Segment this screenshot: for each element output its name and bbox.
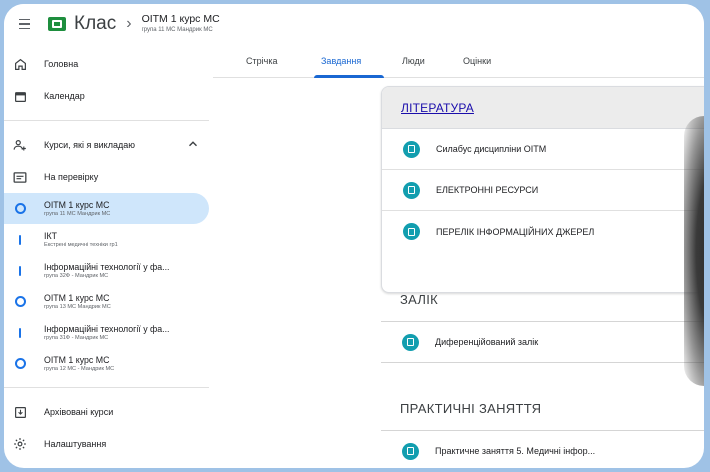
review-folder-icon [12,169,28,185]
classroom-window: Клас › ОІТМ 1 курс МС група 11 МС Мандри… [4,4,704,468]
sidebar-course-2[interactable]: Інформаційні технології у фа... група 32… [4,255,209,286]
row-divider [381,362,704,363]
sidebar-item-teaching[interactable]: Курси, які я викладаю [4,129,209,161]
literature-topic-card: ЛІТЕРАТУРА Силабус дисципліни ОІТМ ЕЛЕКТ… [381,86,704,293]
main-menu-icon[interactable] [12,12,36,36]
course-icon [12,294,28,310]
sidebar-item-label: Налаштування [44,439,107,449]
topic-header[interactable]: ЛІТЕРАТУРА [382,87,704,129]
sidebar-item-label: Курси, які я викладаю [44,140,135,150]
sidebar-item-settings[interactable]: Налаштування [4,428,209,460]
course-tabs: Стрічка Завдання Люди Оцінки [213,44,704,78]
material-icon [403,181,420,199]
course-subtitle: група 31Ф - Мандрик МС [44,334,109,341]
sidebar-divider [4,120,209,121]
material-icon [403,140,420,158]
course-name: ІКТ [44,230,57,241]
assignment-row[interactable]: Диференційований залік [381,322,704,362]
material-title: Силабус дисципліни ОІТМ [436,144,547,154]
breadcrumb[interactable]: ОІТМ 1 курс МС група 11 МС Мандрик МС [142,14,220,33]
topic-title-practice[interactable]: ПРАКТИЧНІ ЗАНЯТТЯ [400,401,541,416]
sidebar-item-label: Головна [44,59,79,69]
material-row[interactable]: ЕЛЕКТРОННІ РЕСУРСИ [382,170,704,211]
course-name: Інформаційні технології у фа... [44,323,170,334]
assignment-title: Диференційований залік [435,337,539,347]
material-icon [402,442,419,460]
course-name: ОІТМ 1 курс МС [44,199,110,210]
course-subtitle: група 12 МС - Мандрик МС [44,365,115,372]
sidebar-item-home[interactable]: Головна [4,48,209,80]
sidebar-course-1[interactable]: ІКТ Екстрені медичні техніки гр1 [4,224,209,255]
sidebar-item-label: Календар [44,91,85,101]
course-name: ОІТМ 1 курс МС [44,354,110,365]
course-subtitle: група 13 МС Мандрик МС [44,303,111,310]
sidebar-item-archived[interactable]: Архівовані курси [4,396,209,428]
classroom-logo-icon [48,17,66,31]
course-icon [12,356,28,372]
background-artwork [684,116,704,386]
material-title: ПЕРЕЛІК ІНФОРМАЦІЙНИХ ДЖЕРЕЛ [436,226,595,237]
material-row[interactable]: Практичне заняття 5. Медичні інфор... [381,431,704,468]
course-name: ОІТМ 1 курс МС [44,292,110,303]
calendar-icon [12,88,28,104]
material-row[interactable]: ПЕРЕЛІК ІНФОРМАЦІЙНИХ ДЖЕРЕЛ [382,211,704,252]
sidebar-item-label: Архівовані курси [44,407,114,417]
material-title: Практичне заняття 5. Медичні інфор... [435,446,596,456]
course-subtitle: група 32Ф - Мандрик МС [44,272,109,279]
active-tab-indicator [314,75,384,78]
sidebar-item-calendar[interactable]: Календар [4,80,209,112]
breadcrumb-chevron-icon: › [126,15,132,32]
sidebar-item-to-review[interactable]: На перевірку [4,161,209,193]
topic-title[interactable]: ЛІТЕРАТУРА [401,101,474,115]
tab-classwork[interactable]: Завдання [321,56,361,66]
course-subtitle: Екстрені медичні техніки гр1 [44,241,118,248]
sidebar-divider [4,387,209,388]
home-icon [12,56,28,72]
sidebar-item-label: На перевірку [44,172,99,182]
top-bar: Клас › ОІТМ 1 курс МС група 11 МС Мандри… [4,4,704,44]
chevron-up-icon[interactable] [186,137,200,151]
tab-stream[interactable]: Стрічка [246,56,277,66]
course-title: ОІТМ 1 курс МС [141,13,220,26]
archive-icon [12,404,28,420]
sidebar-course-4[interactable]: Інформаційні технології у фа... група 31… [4,317,209,348]
material-row[interactable]: Силабус дисципліни ОІТМ [382,129,704,170]
topic-title-credit[interactable]: ЗАЛІК [400,292,438,307]
course-subtitle: група 11 МС Мандрик МС [44,210,111,217]
course-icon [12,263,28,279]
sidebar: Головна Календар Курси, які я викладаю Н… [4,48,209,468]
material-title: ЕЛЕКТРОННІ РЕСУРСИ [436,185,539,195]
tab-people[interactable]: Люди [402,56,425,66]
course-icon [12,232,28,248]
people-icon [12,137,28,153]
course-name: Інформаційні технології у фа... [44,261,170,272]
course-subtitle: група 11 МС Мандрик МС [141,26,213,33]
course-icon [12,325,28,341]
material-icon [403,223,420,240]
main-content: Стрічка Завдання Люди Оцінки ЛІТЕРАТУРА … [213,44,704,468]
assignment-icon [402,333,419,351]
course-icon [12,201,28,217]
sidebar-course-0[interactable]: ОІТМ 1 курс МС група 11 МС Мандрик МС [4,193,209,224]
app-title[interactable]: Клас [74,13,116,35]
sidebar-course-3[interactable]: ОІТМ 1 курс МС група 13 МС Мандрик МС [4,286,209,317]
tab-grades[interactable]: Оцінки [463,56,491,66]
sidebar-course-5[interactable]: ОІТМ 1 курс МС група 12 МС - Мандрик МС [4,348,209,379]
gear-icon [12,436,28,452]
